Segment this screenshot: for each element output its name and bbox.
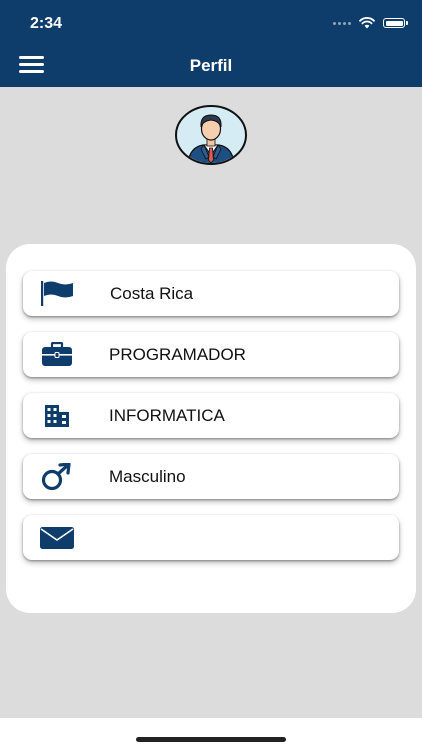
page-title: Perfil	[189, 56, 233, 75]
department-label: INFORMATICA	[109, 406, 225, 425]
email-row[interactable]	[23, 515, 399, 560]
male-gender-icon	[41, 462, 71, 490]
battery-icon	[383, 18, 405, 28]
occupation-label: PROGRAMADOR	[109, 345, 246, 364]
bottom-safe-area	[0, 718, 422, 750]
gender-row[interactable]: Masculino	[23, 454, 399, 499]
wifi-icon	[359, 17, 375, 29]
status-bar: 2:34	[0, 0, 422, 46]
user-avatar-icon	[175, 105, 247, 165]
home-indicator[interactable]	[136, 737, 286, 742]
gender-label: Masculino	[109, 467, 186, 486]
signal-icon	[333, 21, 351, 25]
country-row[interactable]: Costa Rica	[23, 271, 399, 316]
status-time: 2:34	[30, 15, 63, 32]
app-header: 2:34 Perfil	[0, 0, 422, 87]
country-label: Costa Rica	[110, 284, 194, 303]
flag-icon	[41, 281, 73, 306]
building-icon	[45, 404, 69, 427]
profile-card: Costa Rica PROGRAMADOR INFORMATICA Mascu…	[6, 244, 416, 613]
status-icons	[333, 17, 408, 29]
occupation-row[interactable]: PROGRAMADOR	[23, 332, 399, 377]
briefcase-icon	[42, 341, 72, 366]
envelope-icon	[40, 526, 74, 549]
department-row[interactable]: INFORMATICA	[23, 393, 399, 438]
